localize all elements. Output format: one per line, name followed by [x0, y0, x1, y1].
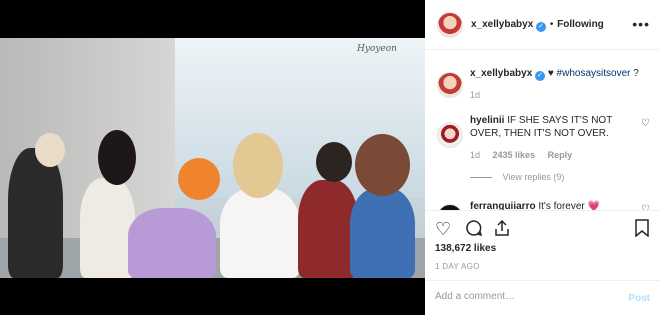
comment-username[interactable]: ferranguiiarro — [470, 201, 536, 210]
post-button[interactable]: Post — [628, 293, 650, 304]
header-username[interactable]: x_xellybabyx — [471, 19, 533, 30]
person-4 — [220, 188, 300, 278]
person-6 — [350, 188, 415, 278]
person-2 — [80, 178, 135, 278]
person-3-hat — [178, 158, 220, 200]
media-area: Hyoyeon — [0, 0, 425, 315]
caption-suffix: ? — [633, 68, 639, 79]
comment-like-icon[interactable]: ♡ — [641, 118, 650, 129]
person-1-head — [35, 133, 65, 167]
add-comment-bar: Post — [425, 280, 660, 315]
bookmark-icon[interactable] — [634, 219, 650, 241]
likes-count[interactable]: 138,672 likes — [435, 243, 496, 254]
action-bar: ♡ 138,672 likes 1 DAY AGO — [425, 210, 660, 280]
caption-age[interactable]: 1d — [470, 90, 480, 100]
comment-age[interactable]: 1d — [470, 150, 480, 160]
following-button[interactable]: Following — [557, 19, 604, 30]
post-details-panel: x_xellybabyx ✓ • Following ••• x_xellyba… — [425, 0, 660, 315]
heart-outline-icon[interactable]: ♡ — [435, 219, 451, 239]
person-1 — [8, 148, 63, 278]
photo-watermark: Hyoyeon — [357, 44, 397, 54]
comment-username[interactable]: hyelinii — [470, 115, 504, 126]
comment-body: It's forever 💗 — [538, 201, 600, 210]
comment-meta: 1d 2435 likes Reply — [470, 150, 572, 160]
person-5-head — [316, 142, 352, 182]
person-2-head — [98, 130, 136, 185]
replies-divider — [470, 177, 492, 179]
comment-likes[interactable]: 2435 likes — [493, 150, 536, 160]
comment-bubble-icon[interactable] — [465, 219, 483, 241]
view-replies-label: View replies (9) — [502, 172, 565, 182]
comment-text: hyelinii IF SHE SAYS IT'S NOT OVER, THEN… — [470, 114, 640, 140]
avatar[interactable] — [437, 12, 463, 38]
view-replies-button[interactable]: View replies (9) — [470, 172, 564, 182]
caption-heart: ♥ — [547, 68, 554, 79]
header-user-line: x_xellybabyx ✓ • Following — [471, 19, 604, 32]
reply-button[interactable]: Reply — [548, 150, 573, 160]
person-4-head — [233, 133, 283, 198]
comment-avatar[interactable] — [437, 122, 463, 148]
header-separator: • — [549, 19, 554, 30]
person-3 — [128, 208, 216, 278]
verified-badge-icon: ✓ — [535, 71, 546, 81]
person-6-head — [355, 134, 410, 196]
more-options-icon[interactable]: ••• — [632, 16, 650, 32]
comments-section: x_xellybabyx ✓ ♥ #whosaysitsover ? 1d hy… — [425, 50, 660, 210]
post-photo[interactable]: Hyoyeon — [0, 38, 425, 278]
verified-badge-icon: ✓ — [536, 22, 547, 32]
caption-username[interactable]: x_xellybabyx — [470, 68, 532, 79]
comment-input[interactable] — [435, 291, 605, 302]
post-header: x_xellybabyx ✓ • Following ••• — [425, 0, 660, 50]
comment-text: ferranguiiarro It's forever 💗 — [470, 200, 640, 210]
post-date: 1 DAY AGO — [435, 262, 480, 271]
caption-hashtag[interactable]: #whosaysitsover — [557, 68, 631, 79]
person-5 — [298, 180, 358, 278]
caption-avatar[interactable] — [437, 72, 463, 98]
share-icon[interactable] — [493, 219, 511, 241]
caption-text: x_xellybabyx ✓ ♥ #whosaysitsover ? — [470, 68, 650, 81]
